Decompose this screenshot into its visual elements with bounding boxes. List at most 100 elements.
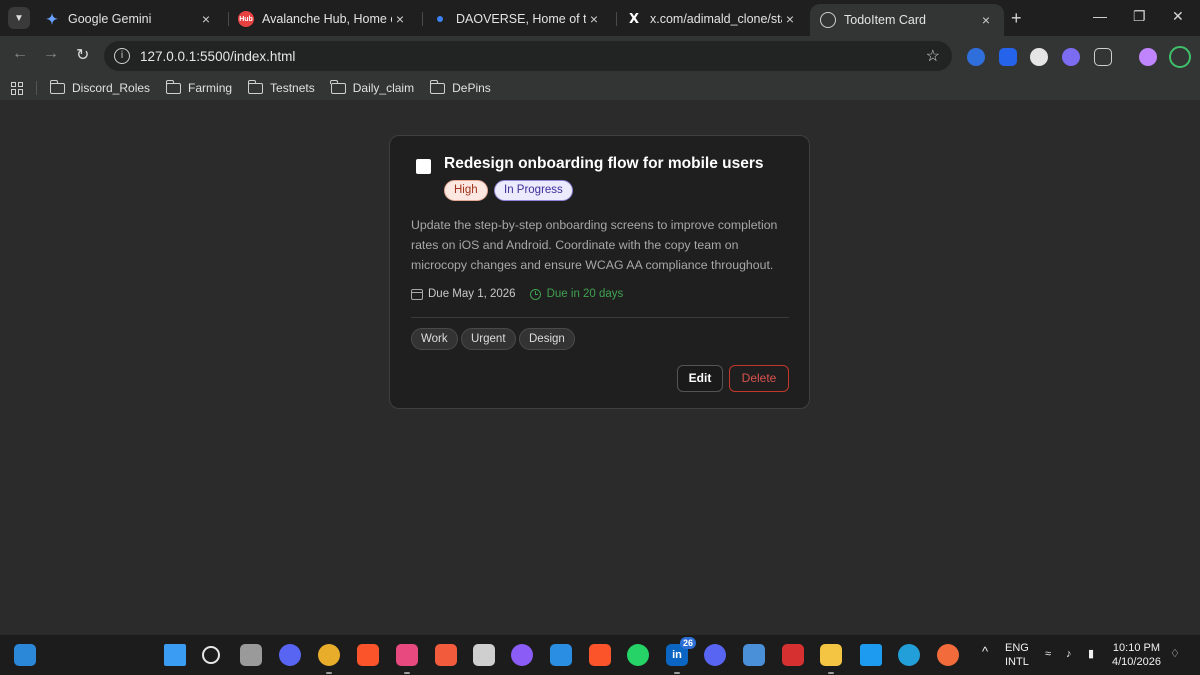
tag-urgent: Urgent [461,328,516,350]
file-explorer-icon[interactable] [820,644,842,666]
chevron-down-icon: ▼ [14,12,24,24]
close-icon[interactable]: × [586,11,602,27]
running-indicator [674,672,680,674]
bookmark-label: Discord_Roles [72,81,151,95]
bookmark-separator [36,81,37,95]
time-remaining: Due in 20 days [546,288,624,300]
language-indicator[interactable]: ENG INTL [1005,641,1029,669]
close-icon[interactable]: × [782,11,798,27]
layout-label: INTL [1005,656,1029,668]
brave-icon[interactable] [357,644,379,666]
bookmark-label: Testnets [270,81,315,95]
tab-avalanche-hub[interactable]: Hub Avalanche Hub, Home of the × [228,4,418,34]
brave-nightly-icon[interactable] [435,644,457,666]
tab-title: Avalanche Hub, Home of the [262,12,392,26]
divider [411,317,789,318]
tab-title: TodoItem Card [844,13,926,27]
telegram-icon[interactable] [898,644,920,666]
volume-icon[interactable]: ♪ [1066,647,1072,661]
extension-icon-2[interactable] [999,48,1017,66]
tab-title: Google Gemini [68,12,152,26]
avatar[interactable] [1139,48,1157,66]
wifi-icon[interactable]: ≈ [1045,647,1051,661]
url-text[interactable]: 127.0.0.1:5500/index.html [140,49,926,64]
wps-office-icon[interactable] [782,644,804,666]
bookmark-label: Farming [188,81,233,95]
x-icon: X [628,11,640,27]
running-indicator [828,672,834,674]
notification-bell-icon[interactable]: ♢ [1170,647,1180,661]
close-icon[interactable]: × [198,11,214,27]
tab-search-button[interactable]: ▼ [8,7,30,29]
battery-icon[interactable]: ▮ [1088,647,1094,661]
todo-title: Redesign onboarding flow for mobile user… [444,155,764,172]
vscode-icon[interactable] [550,644,572,666]
linkedin-icon[interactable]: in 26 [666,637,696,666]
bookmarks-bar: Discord_Roles Farming Testnets Daily_cla… [0,76,1200,100]
tab-x-status[interactable]: X x.com/adimald_clone/status × [616,4,808,34]
restore-button[interactable]: ❐ [1133,8,1146,25]
chat-app-icon[interactable] [279,644,301,666]
back-button[interactable]: ← [12,45,28,63]
clock[interactable]: 10:10 PM 4/10/2026 [1112,641,1161,669]
browser-toolbar: ← → ↻ i 127.0.0.1:5500/index.html ☆ [0,36,1200,76]
notepad-icon[interactable] [743,644,765,666]
discord-icon[interactable] [704,644,726,666]
reload-button[interactable]: ↻ [76,45,89,65]
close-window-button[interactable]: ✕ [1172,8,1184,25]
address-bar[interactable]: i 127.0.0.1:5500/index.html ☆ [104,41,952,71]
tab-daoverse[interactable]: DAOVERSE, Home of the DA × [422,4,612,34]
whatsapp-icon[interactable] [627,644,649,666]
bookmark-folder-depins[interactable]: DePins [429,79,491,95]
start-windows-icon[interactable] [164,644,186,666]
tab-title: x.com/adimald_clone/status [650,12,782,26]
clock-date: 4/10/2026 [1112,656,1161,668]
clock-icon [529,288,541,300]
tab-google-gemini[interactable]: ✦ Google Gemini × [34,4,224,34]
bookmark-folder-farming[interactable]: Farming [165,79,233,95]
folder-icon [330,79,346,94]
notification-badge: 26 [679,637,696,649]
bookmark-folder-testnets[interactable]: Testnets [247,79,315,95]
running-indicator [404,672,410,674]
due-info: Due May 1, 2026 Due in 20 days [411,288,623,300]
apps-grid-icon[interactable] [11,81,24,95]
daoverse-icon [432,11,448,27]
delete-button[interactable]: Delete [729,365,789,392]
twitter-icon[interactable] [860,644,882,666]
tag-design: Design [519,328,575,350]
tab-title: DAOVERSE, Home of the DA [456,12,586,26]
close-icon[interactable]: × [392,11,408,27]
site-info-icon[interactable]: i [114,48,130,64]
widgets-icon[interactable] [14,644,36,666]
edit-button[interactable]: Edit [677,365,723,392]
close-icon[interactable]: × [978,12,994,28]
new-tab-button[interactable]: + [1011,8,1022,29]
minimize-button[interactable]: — [1093,8,1107,24]
menu-kebab-icon[interactable] [1169,46,1191,68]
extension-icon-3[interactable] [1030,48,1048,66]
folder-icon [49,79,65,94]
chevron-up-icon[interactable]: ^ [982,645,988,659]
todo-item-card: Redesign onboarding flow for mobile user… [389,135,810,409]
tab-todoitem-card[interactable]: TodoItem Card × [810,4,1004,36]
bookmark-folder-daily-claim[interactable]: Daily_claim [330,79,414,95]
puzzle-extensions-icon[interactable] [1094,48,1112,66]
bookmark-star-icon[interactable]: ☆ [926,46,940,66]
chrome-icon[interactable] [318,644,340,666]
task-view-icon[interactable] [240,644,262,666]
github-icon[interactable] [511,644,533,666]
bookmark-folder-discord-roles[interactable]: Discord_Roles [49,79,151,95]
brave-profile-icon[interactable] [589,644,611,666]
language-label: ENG [1005,642,1029,654]
postman-icon[interactable] [937,644,959,666]
gemini-icon: ✦ [46,10,58,27]
brave-beta-icon[interactable] [396,644,418,666]
folder-icon [165,79,182,94]
extension-icon-4[interactable] [1062,48,1080,66]
complete-checkbox[interactable] [416,159,431,174]
mail-icon[interactable] [473,644,495,666]
extension-icon-1[interactable] [967,48,985,66]
forward-button[interactable]: → [43,45,59,63]
search-icon[interactable] [202,646,220,664]
